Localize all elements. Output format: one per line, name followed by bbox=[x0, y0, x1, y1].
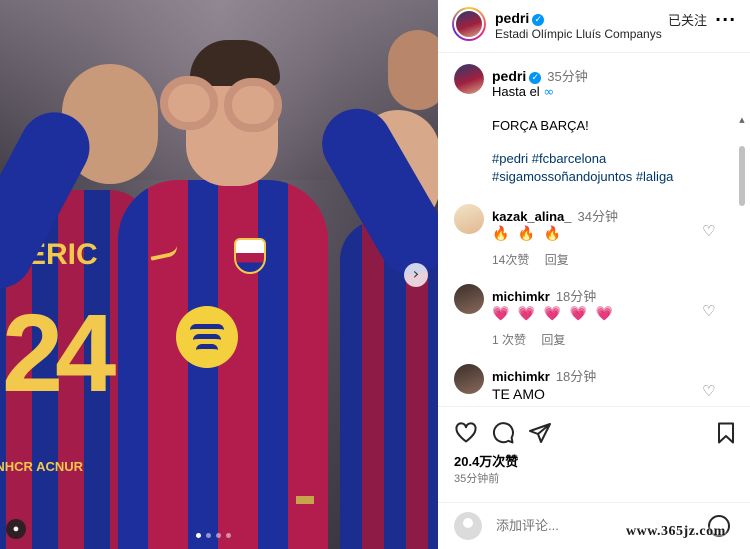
commenter-avatar[interactable] bbox=[454, 364, 484, 394]
post-actions: 20.4万次赞 35分钟前 bbox=[438, 406, 750, 496]
author-username[interactable]: pedri ✓ bbox=[495, 10, 545, 26]
post-header: pedri ✓ Estadi Olímpic Lluís Companys 已关注… bbox=[438, 0, 750, 53]
reply-button[interactable]: 回复 bbox=[541, 333, 565, 347]
comments-scrollbar[interactable]: ▲ ▼ bbox=[738, 116, 746, 406]
bookmark-icon[interactable] bbox=[714, 421, 738, 445]
comment-time: 34分钟 bbox=[577, 209, 618, 224]
more-options-icon[interactable]: ··· bbox=[715, 10, 736, 29]
carousel-dot bbox=[206, 533, 211, 538]
current-user-avatar bbox=[454, 512, 482, 540]
carousel-dots bbox=[196, 533, 231, 538]
commenter-avatar[interactable] bbox=[454, 204, 484, 234]
club-crest-icon bbox=[234, 238, 266, 274]
tagged-users-icon[interactable]: ● bbox=[6, 519, 26, 539]
jersey-badge bbox=[296, 496, 314, 504]
hashtags-line-1[interactable]: #pedri #fcbarcelona bbox=[492, 150, 606, 168]
comment-text: 🔥 🔥 🔥 bbox=[492, 226, 564, 242]
carousel-next-button[interactable]: › bbox=[404, 263, 428, 287]
commenter-username[interactable]: kazak_alina_ 34分钟 bbox=[492, 206, 618, 225]
heart-icon[interactable] bbox=[454, 421, 478, 445]
hashtags-line-2[interactable]: #sigamossoñandojuntos #laliga bbox=[492, 168, 673, 186]
main-player-jersey bbox=[118, 180, 328, 549]
caption-author-avatar[interactable] bbox=[454, 64, 484, 94]
site-watermark: www.365jz.com bbox=[626, 524, 726, 539]
comment-icon[interactable] bbox=[491, 421, 515, 445]
comment-text: 💗 💗 💗 💗 💗 bbox=[492, 306, 615, 322]
caption-username-text[interactable]: pedri bbox=[492, 68, 526, 84]
comment-text: TE AMO bbox=[492, 386, 545, 402]
jersey-number: 24 bbox=[2, 292, 116, 415]
commenter-username-text[interactable]: michimkr bbox=[492, 289, 550, 304]
commenter-avatar[interactable] bbox=[454, 284, 484, 314]
carousel-dot bbox=[196, 533, 201, 538]
follow-status-button[interactable]: 已关注 bbox=[668, 10, 707, 29]
verified-badge-icon: ✓ bbox=[529, 72, 542, 84]
post-photo[interactable]: ERIC 24 UNHCR ACNUR › ● bbox=[0, 0, 438, 549]
comment-input[interactable] bbox=[496, 518, 646, 533]
goggles-hand-left bbox=[160, 76, 218, 130]
likes-count[interactable]: 20.4万次赞 bbox=[454, 451, 518, 470]
comment-item: kazak_alina_ 34分钟 🔥 🔥 🔥 14次赞 回复 ♡ bbox=[438, 204, 750, 284]
goggles-hand-right bbox=[224, 78, 282, 132]
reply-button[interactable]: 回复 bbox=[545, 253, 569, 267]
author-username-text[interactable]: pedri bbox=[495, 10, 529, 26]
comment-like-icon[interactable]: ♡ bbox=[702, 302, 715, 320]
post-side-panel: pedri ✓ Estadi Olímpic Lluís Companys 已关注… bbox=[438, 0, 750, 549]
comment-like-icon[interactable]: ♡ bbox=[702, 222, 715, 240]
scroll-up-icon[interactable]: ▲ bbox=[738, 116, 746, 124]
commenter-username-text[interactable]: michimkr bbox=[492, 369, 550, 384]
share-icon[interactable] bbox=[528, 421, 552, 445]
comment-like-icon[interactable]: ♡ bbox=[702, 382, 715, 400]
infinity-icon: ∞ bbox=[543, 85, 555, 100]
comment-meta: 1 次赞 回复 bbox=[492, 331, 565, 348]
sponsor-logo-icon bbox=[176, 306, 238, 368]
post-location[interactable]: Estadi Olímpic Lluís Companys bbox=[495, 27, 662, 41]
caption-author-username[interactable]: pedri ✓ 35分钟 bbox=[492, 66, 588, 85]
commenter-username[interactable]: michimkr 18分钟 bbox=[492, 286, 596, 305]
caption-time: 35分钟 bbox=[547, 69, 588, 84]
comment-time: 18分钟 bbox=[555, 289, 597, 304]
commenter-username-text[interactable]: kazak_alina_ bbox=[492, 209, 572, 224]
caption-line-2: FORÇA BARÇA! bbox=[492, 118, 589, 133]
author-avatar[interactable] bbox=[452, 7, 486, 41]
comment-item: michimkr 18分钟 TE AMO ♡ bbox=[438, 364, 750, 406]
comment-likes[interactable]: 14次赞 bbox=[492, 253, 529, 267]
carousel-dot bbox=[216, 533, 221, 538]
commenter-username[interactable]: michimkr 18分钟 bbox=[492, 366, 596, 385]
comment-meta: 14次赞 回复 bbox=[492, 251, 569, 268]
post-timestamp: 35分钟前 bbox=[454, 473, 500, 485]
comment-item: michimkr 18分钟 💗 💗 💗 💗 💗 1 次赞 回复 ♡ bbox=[438, 284, 750, 364]
carousel-dot bbox=[226, 533, 231, 538]
comments-section[interactable]: pedri ✓ 35分钟 Hasta el ∞ FORÇA BARÇA! #pedr… bbox=[438, 54, 750, 406]
jersey-sponsor: UNHCR ACNUR bbox=[0, 459, 84, 474]
background-player-head bbox=[388, 30, 438, 110]
caption-line-1: Hasta el ∞ bbox=[492, 84, 554, 100]
verified-badge-icon: ✓ bbox=[532, 14, 545, 26]
scrollbar-thumb[interactable] bbox=[739, 146, 745, 206]
comment-time: 18分钟 bbox=[555, 369, 597, 384]
comment-likes[interactable]: 1 次赞 bbox=[492, 333, 526, 347]
caption-text: Hasta el bbox=[492, 84, 540, 99]
